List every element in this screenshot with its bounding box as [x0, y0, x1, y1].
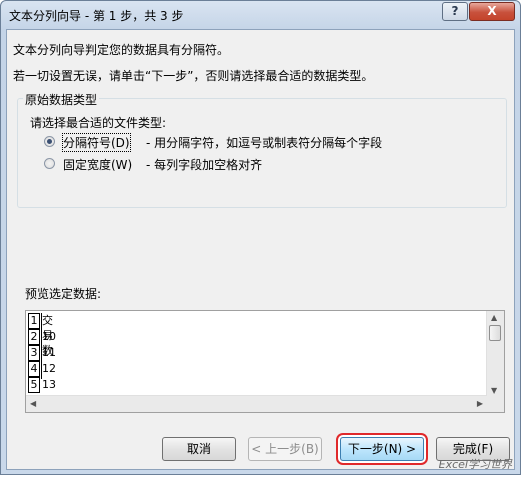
- scroll-left-icon[interactable]: ◀: [30, 399, 36, 408]
- file-type-prompt: 请选择最合适的文件类型:: [30, 116, 167, 130]
- text-import-wizard-dialog: 文本分列向导 - 第 1 步，共 3 步 ? X 文本分列向导判定您的数据具有分…: [0, 0, 521, 475]
- preview-row-value: 12: [42, 362, 56, 375]
- radio-fixed-width-description: - 每列字段加空格对齐: [146, 158, 263, 172]
- radio-delimited-description: - 用分隔字符，如逗号或制表符分隔每个字段: [146, 136, 383, 150]
- close-button[interactable]: X: [469, 2, 515, 21]
- scroll-right-icon[interactable]: ▶: [477, 399, 483, 408]
- vertical-scrollbar[interactable]: ▲ ▼: [486, 311, 504, 397]
- preview-row-number: 5: [28, 377, 40, 393]
- intro-text: 文本分列向导判定您的数据具有分隔符。: [13, 43, 230, 57]
- group-title: 原始数据类型: [23, 91, 100, 108]
- title-bar: 文本分列向导 - 第 1 步，共 3 步 ? X: [1, 1, 520, 29]
- preview-row-value: 11: [42, 346, 56, 359]
- preview-row-value: 10: [42, 330, 56, 343]
- radio-delimited-circle[interactable]: [44, 136, 55, 147]
- watermark: Excel学习世界: [438, 458, 512, 471]
- cancel-button[interactable]: 取消: [162, 437, 236, 461]
- preview-row-value: 13: [42, 378, 56, 391]
- preview-row-number: 4: [28, 361, 40, 377]
- radio-fixed-width-label[interactable]: 固定宽度(W): [63, 156, 132, 173]
- vertical-scroll-thumb[interactable]: [489, 325, 501, 341]
- instruction-text: 若一切设置无误，请单击“下一步”，否则请选择最合适的数据类型。: [13, 69, 374, 83]
- scrollbar-corner: [487, 396, 504, 412]
- scroll-down-icon[interactable]: ▼: [491, 386, 497, 395]
- help-button[interactable]: ?: [442, 2, 468, 21]
- window-title: 文本分列向导 - 第 1 步，共 3 步: [9, 9, 184, 23]
- next-button[interactable]: 下一步(N) >: [340, 437, 424, 461]
- radio-delimited-label[interactable]: 分隔符号(D): [62, 133, 131, 152]
- original-data-type-group: 原始数据类型 请选择最合适的文件类型: 分隔符号(D) - 用分隔字符，如逗号或…: [17, 91, 507, 208]
- preview-row-number: 3: [28, 345, 40, 361]
- back-button: < 上一步(B): [248, 437, 322, 461]
- radio-fixed-width-circle[interactable]: [44, 158, 55, 169]
- scroll-up-icon[interactable]: ▲: [491, 313, 497, 322]
- data-preview-pane[interactable]: 1 交易数 2 10 3 11 4 12 5 13 ▲ ▼ ◀ ▶: [25, 310, 505, 413]
- horizontal-scrollbar[interactable]: ◀ ▶: [26, 395, 487, 412]
- dialog-body: 文本分列向导判定您的数据具有分隔符。 若一切设置无误，请单击“下一步”，否则请选…: [6, 29, 515, 470]
- preview-row-number: 2: [28, 329, 40, 345]
- preview-label: 预览选定数据:: [25, 287, 102, 301]
- preview-row-number: 1: [28, 313, 40, 329]
